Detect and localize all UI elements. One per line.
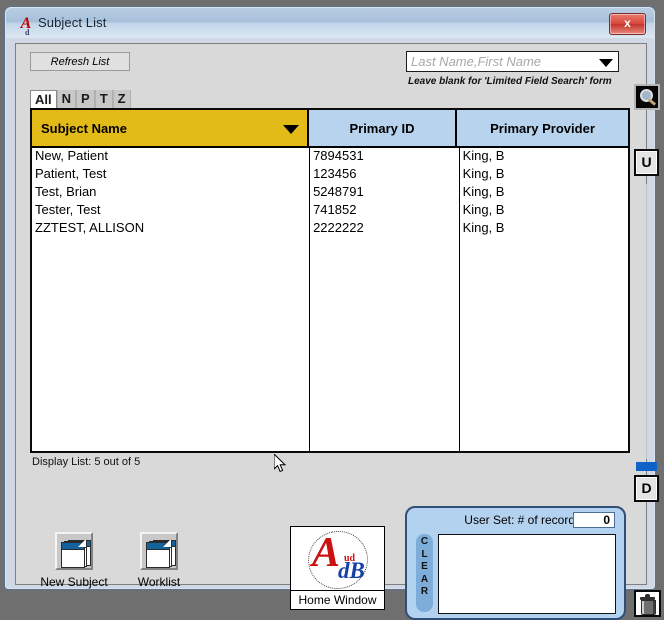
cell-primary-id: 741852 bbox=[313, 202, 357, 217]
cell-primary-id: 5248791 bbox=[313, 184, 364, 199]
grid-body: New, Patient 7894531 King, B Patient, Test 1… bbox=[32, 148, 628, 451]
search-hint-text: Leave blank for 'Limited Field Search' f… bbox=[408, 76, 612, 87]
logo-letter-a: A bbox=[312, 530, 341, 576]
letter-tab-p[interactable]: P bbox=[76, 90, 95, 108]
grid-rows: New, Patient 7894531 King, B Patient, Test 1… bbox=[32, 148, 628, 238]
letter-filter-tabs: All N P T Z bbox=[30, 90, 131, 108]
cell-primary-provider: King, B bbox=[462, 166, 505, 181]
home-window-button[interactable]: A ud dB Home Window bbox=[290, 525, 385, 610]
column-header-subject-name[interactable]: Subject Name bbox=[32, 110, 309, 148]
note-corner-fold bbox=[78, 539, 86, 547]
new-subject-label: New Subject bbox=[40, 575, 108, 589]
table-row[interactable]: New, Patient 7894531 King, B bbox=[32, 148, 628, 166]
home-window-label: Home Window bbox=[291, 590, 384, 609]
table-row[interactable]: Patient, Test 123456 King, B bbox=[32, 166, 628, 184]
cell-subject-name: Test, Brian bbox=[35, 184, 97, 199]
window-titlebar: Ad Subject List x bbox=[6, 8, 654, 38]
clear-button[interactable]: CLEAR bbox=[416, 534, 433, 612]
refresh-list-button[interactable]: Refresh List bbox=[30, 52, 130, 71]
search-icon[interactable] bbox=[634, 84, 660, 110]
search-combo[interactable] bbox=[406, 51, 619, 72]
user-set-panel: User Set: # of records 0 CLEAR bbox=[405, 506, 626, 620]
cell-primary-provider: King, B bbox=[462, 202, 505, 217]
cell-subject-name: ZZTEST, ALLISON bbox=[35, 220, 145, 235]
subject-grid: Subject Name Primary ID Primary Provider… bbox=[30, 108, 630, 453]
scrollbar-thumb[interactable] bbox=[636, 462, 657, 471]
window-title: Subject List bbox=[38, 15, 107, 30]
cell-primary-id: 123456 bbox=[313, 166, 357, 181]
cell-subject-name: New, Patient bbox=[35, 148, 108, 163]
close-button[interactable]: x bbox=[609, 13, 646, 35]
trash-body bbox=[641, 600, 656, 615]
record-count-field[interactable]: 0 bbox=[573, 512, 615, 528]
letter-tab-n[interactable]: N bbox=[56, 90, 77, 108]
cell-subject-name: Patient, Test bbox=[35, 166, 107, 181]
worklist-label: Worklist bbox=[137, 575, 181, 589]
magnifier-handle bbox=[648, 98, 657, 106]
audb-app-icon: Ad bbox=[17, 15, 35, 37]
letter-tab-t[interactable]: T bbox=[94, 90, 113, 108]
sort-descending-icon[interactable] bbox=[283, 125, 299, 134]
column-header-primary-id[interactable]: Primary ID bbox=[309, 110, 457, 148]
table-row[interactable]: ZZTEST, ALLISON 2222222 King, B bbox=[32, 220, 628, 238]
logo-text-db: dB bbox=[338, 558, 365, 583]
scroll-down-button[interactable]: D bbox=[634, 475, 659, 502]
column-header-primary-provider[interactable]: Primary Provider bbox=[457, 110, 628, 148]
grid-header-row: Subject Name Primary ID Primary Provider bbox=[32, 110, 628, 148]
chevron-down-icon[interactable] bbox=[599, 59, 613, 67]
user-set-title: User Set: # of records bbox=[464, 513, 581, 527]
table-row[interactable]: Test, Brian 5248791 King, B bbox=[32, 184, 628, 202]
user-set-list[interactable] bbox=[438, 534, 616, 614]
subject-list-window: Ad Subject List x Refresh List Leave bla… bbox=[4, 6, 661, 620]
search-input[interactable] bbox=[411, 52, 591, 71]
scrollbar-track[interactable] bbox=[646, 184, 647, 459]
table-row[interactable]: Tester, Test 741852 King, B bbox=[32, 202, 628, 220]
audb-logo-icon: A ud dB bbox=[291, 525, 384, 595]
trash-can-icon[interactable] bbox=[634, 590, 661, 617]
cell-primary-provider: King, B bbox=[462, 184, 505, 199]
cell-primary-provider: King, B bbox=[462, 220, 505, 235]
column-header-subject-name-label: Subject Name bbox=[41, 120, 127, 136]
display-list-status: Display List: 5 out of 5 bbox=[32, 456, 141, 468]
worklist-button[interactable]: Worklist bbox=[114, 532, 204, 589]
letter-tab-z[interactable]: Z bbox=[112, 90, 131, 108]
cell-primary-id: 2222222 bbox=[313, 220, 364, 235]
letter-tab-all[interactable]: All bbox=[30, 90, 57, 108]
cell-subject-name: Tester, Test bbox=[35, 202, 101, 217]
note-stack-icon bbox=[55, 532, 93, 570]
new-subject-button[interactable]: New Subject bbox=[29, 532, 119, 589]
scroll-up-button[interactable]: U bbox=[634, 149, 659, 176]
cell-primary-provider: King, B bbox=[462, 148, 505, 163]
note-corner-fold bbox=[163, 539, 171, 547]
client-area: Refresh List Leave blank for 'Limited Fi… bbox=[15, 43, 661, 620]
note-stack-icon bbox=[140, 532, 178, 570]
cell-primary-id: 7894531 bbox=[313, 148, 364, 163]
app-icon-tail: d bbox=[25, 28, 30, 37]
